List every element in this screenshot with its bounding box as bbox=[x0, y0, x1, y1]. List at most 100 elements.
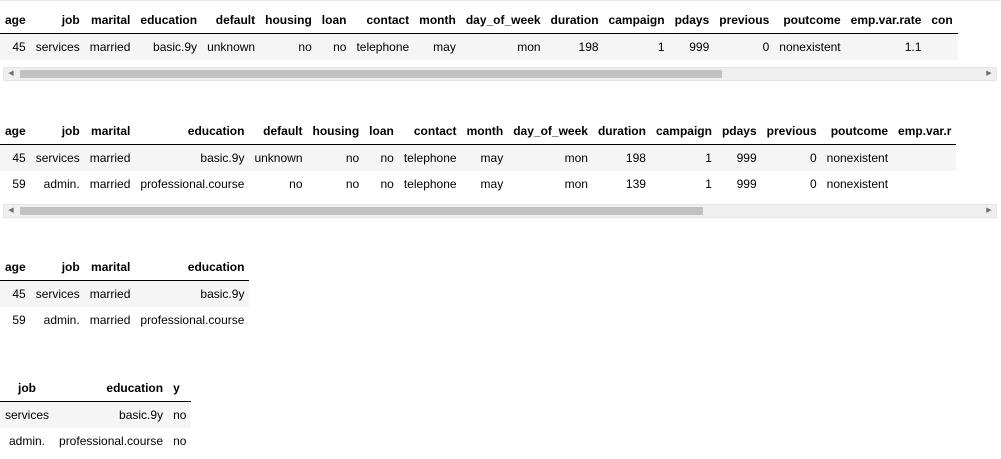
table-cell: married bbox=[84, 144, 136, 171]
column-header: poutcome bbox=[774, 7, 846, 34]
column-header: emp.var.rate bbox=[845, 7, 927, 34]
column-header: campaign bbox=[650, 118, 717, 145]
table-cell: admin. bbox=[0, 428, 55, 454]
table-cell: services bbox=[30, 144, 85, 171]
table-cell: no bbox=[260, 33, 317, 60]
column-header: age bbox=[0, 254, 31, 281]
table-cell: 0 bbox=[761, 171, 822, 197]
table-row: 59 admin. married professional.course bbox=[0, 307, 250, 333]
column-header: loan bbox=[316, 7, 352, 34]
column-header: marital bbox=[84, 254, 136, 281]
column-header: pdays bbox=[669, 7, 715, 34]
table-cell: basic.9y bbox=[54, 401, 169, 428]
table-cell: basic.9y bbox=[135, 33, 203, 60]
column-header: contact bbox=[398, 118, 462, 145]
table-cell: no bbox=[364, 171, 399, 197]
table-cell: 0 bbox=[761, 144, 822, 171]
table-cell: unknown bbox=[249, 144, 308, 171]
column-header: default bbox=[202, 7, 261, 34]
column-header: y bbox=[168, 375, 192, 402]
column-header: month bbox=[461, 118, 509, 145]
table-cell: 999 bbox=[716, 144, 762, 171]
table-cell: 1 bbox=[650, 171, 717, 197]
dataframe-table: age job marital education default housing loan… bbox=[0, 118, 957, 197]
table-row: 45 services married basic.9y bbox=[0, 280, 250, 307]
header-row: age job marital education default housing loan… bbox=[0, 118, 957, 145]
table-cell: married bbox=[84, 33, 136, 60]
table-cell: admin. bbox=[30, 307, 85, 333]
scroll-left-arrow-icon[interactable]: ◀ bbox=[4, 205, 18, 217]
column-header: month bbox=[414, 7, 461, 34]
horizontal-scrollbar[interactable]: ◀ ▶ bbox=[3, 204, 997, 218]
header-row: job education y bbox=[0, 375, 192, 402]
column-header: campaign bbox=[603, 7, 670, 34]
table-cell: may bbox=[461, 171, 509, 197]
scroll-left-arrow-icon[interactable]: ◀ bbox=[4, 68, 18, 80]
table-cell: basic.9y bbox=[135, 144, 250, 171]
column-header: duration bbox=[545, 7, 604, 34]
table-cell: basic.9y bbox=[135, 280, 250, 307]
table-row: 59 admin. married professional.course no no no… bbox=[0, 171, 957, 197]
table-cell: no bbox=[307, 171, 365, 197]
table-cell: professional.course bbox=[135, 171, 250, 197]
table-cell: nonexistent bbox=[821, 144, 894, 171]
table-cell: mon bbox=[460, 33, 546, 60]
column-header: contact bbox=[351, 7, 415, 34]
table-cell: no bbox=[168, 428, 192, 454]
scrollbar-thumb[interactable] bbox=[20, 207, 703, 215]
column-header: previous bbox=[714, 7, 775, 34]
column-header: duration bbox=[592, 118, 651, 145]
table-cell: 999 bbox=[716, 171, 762, 197]
table-cell: telephone bbox=[398, 144, 462, 171]
column-header: day_of_week bbox=[508, 118, 593, 145]
column-header: education bbox=[54, 375, 169, 402]
table-cell: mon bbox=[508, 171, 593, 197]
dataframe-output-4: job education y services basic.9y no admin. pro… bbox=[0, 375, 192, 454]
dataframe-output-1: age job marital education default housing loan… bbox=[0, 7, 1001, 60]
table-cell: professional.course bbox=[135, 307, 250, 333]
table-cell: unknown bbox=[202, 33, 261, 60]
horizontal-scrollbar[interactable]: ◀ ▶ bbox=[3, 67, 997, 81]
column-header: previous bbox=[761, 118, 822, 145]
dataframe-output-3: age job marital education 45 services married b… bbox=[0, 254, 250, 333]
column-header: age bbox=[0, 7, 31, 34]
column-header: job bbox=[30, 7, 85, 34]
header-row: age job marital education default housing loan… bbox=[0, 7, 958, 34]
table-cell: telephone bbox=[351, 33, 415, 60]
table-cell: may bbox=[414, 33, 461, 60]
table-cell: 198 bbox=[592, 144, 651, 171]
table-cell bbox=[926, 33, 958, 60]
table-cell: 198 bbox=[545, 33, 604, 60]
table-row: 45 services married basic.9y unknown no no tele… bbox=[0, 33, 958, 60]
column-header: day_of_week bbox=[460, 7, 546, 34]
table-cell: no bbox=[364, 144, 399, 171]
table-cell: 59 bbox=[0, 307, 31, 333]
table-cell: married bbox=[84, 307, 136, 333]
dataframe-table: job education y services basic.9y no admin. pro… bbox=[0, 375, 192, 454]
column-header: job bbox=[30, 118, 85, 145]
table-cell: no bbox=[168, 401, 192, 428]
scroll-right-arrow-icon[interactable]: ▶ bbox=[982, 68, 996, 80]
table-cell: 1 bbox=[603, 33, 670, 60]
column-header: emp.var.r bbox=[893, 118, 957, 145]
header-row: age job marital education bbox=[0, 254, 250, 281]
scrollbar-thumb[interactable] bbox=[20, 70, 722, 78]
table-row: admin. professional.course no bbox=[0, 428, 192, 454]
column-header: loan bbox=[364, 118, 399, 145]
dataframe-table: age job marital education 45 services married b… bbox=[0, 254, 250, 333]
table-cell: 0 bbox=[714, 33, 775, 60]
table-cell: 1 bbox=[650, 144, 717, 171]
column-header: con bbox=[926, 7, 958, 34]
table-cell: married bbox=[84, 171, 136, 197]
table-cell: nonexistent bbox=[821, 171, 894, 197]
table-cell: 45 bbox=[0, 144, 31, 171]
table-cell: 59 bbox=[0, 171, 31, 197]
column-header: education bbox=[135, 118, 250, 145]
table-cell: married bbox=[84, 280, 136, 307]
table-cell bbox=[893, 171, 957, 197]
table-cell: services bbox=[30, 33, 85, 60]
dataframe-output-2: age job marital education default housing loan… bbox=[0, 118, 1001, 197]
column-header: housing bbox=[307, 118, 365, 145]
cell-border bbox=[0, 0, 1001, 1]
scroll-right-arrow-icon[interactable]: ▶ bbox=[982, 205, 996, 217]
